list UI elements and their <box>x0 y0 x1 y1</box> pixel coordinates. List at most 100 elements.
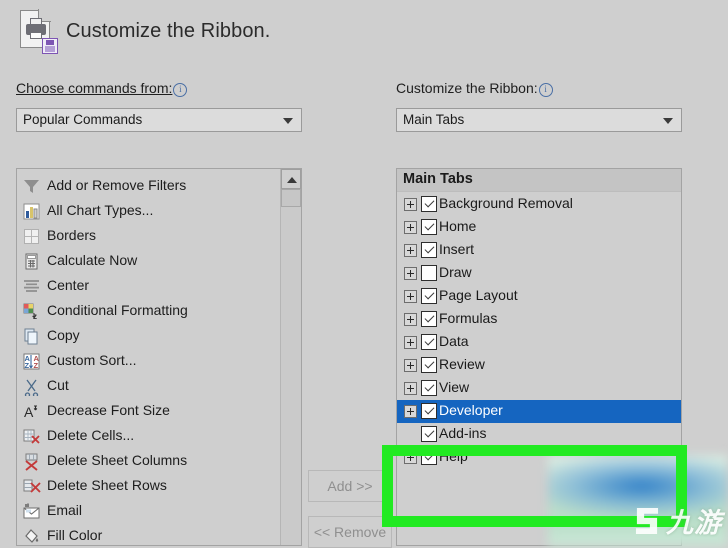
tab-checkbox[interactable] <box>421 196 437 212</box>
expand-plus-icon[interactable] <box>404 359 417 372</box>
tab-tree-item[interactable]: Add-ins <box>397 423 681 446</box>
command-list-item[interactable]: Delete Cells... <box>17 424 301 449</box>
watermark-text: 九游 <box>666 508 722 539</box>
tab-checkbox[interactable] <box>421 288 437 304</box>
command-label: Email <box>47 502 83 518</box>
command-list-item[interactable]: All Chart Types... <box>17 199 301 224</box>
tree-header-label: Main Tabs <box>403 171 473 187</box>
expand-plus-icon[interactable] <box>404 451 417 464</box>
expand-plus-icon[interactable] <box>404 267 417 280</box>
tab-tree-item[interactable]: Developer <box>397 400 681 423</box>
command-label: Center <box>47 277 90 293</box>
customize-ribbon-dropdown[interactable]: Main Tabs <box>396 108 682 132</box>
expand-plus-icon[interactable] <box>404 336 417 349</box>
tab-checkbox[interactable] <box>421 357 437 373</box>
align-center-icon <box>22 277 41 296</box>
tab-tree-item[interactable]: Formulas <box>397 308 681 331</box>
tab-tree-item[interactable]: View <box>397 377 681 400</box>
choose-commands-text: Choose commands from: <box>16 80 173 96</box>
tab-label: Data <box>439 333 469 349</box>
tab-tree-item[interactable]: Insert <box>397 239 681 262</box>
command-list-item[interactable]: Center <box>17 274 301 299</box>
choose-commands-label: Choose commands from: i <box>16 80 188 97</box>
chart-icon <box>22 202 41 221</box>
command-list-item[interactable]: Calculate Now <box>17 249 301 274</box>
command-label: Copy <box>47 327 80 343</box>
command-list-item[interactable]: Copy <box>17 324 301 349</box>
tab-label: Insert <box>439 241 475 257</box>
command-label: Delete Sheet Rows <box>47 477 167 493</box>
choose-commands-dropdown[interactable]: Popular Commands <box>16 108 302 132</box>
tab-tree-item[interactable]: Background Removal <box>397 193 681 216</box>
delete-cells-icon <box>22 427 41 446</box>
expand-plus-icon[interactable] <box>404 221 417 234</box>
customize-ribbon-dialog: Customize the Ribbon. Choose commands fr… <box>0 0 728 548</box>
fill-color-icon <box>22 527 41 545</box>
tab-checkbox[interactable] <box>421 265 437 281</box>
tab-checkbox[interactable] <box>421 219 437 235</box>
command-label: Custom Sort... <box>47 352 137 368</box>
command-list-item[interactable]: Borders <box>17 224 301 249</box>
delete-rows-icon <box>22 477 41 496</box>
expand-plus-icon[interactable] <box>404 244 417 257</box>
tab-tree-item[interactable]: Review <box>397 354 681 377</box>
chevron-down-icon[interactable] <box>663 118 673 124</box>
watermark: 九游 <box>633 501 722 540</box>
tab-label: Developer <box>439 402 503 418</box>
add-button[interactable]: Add >> <box>308 470 392 502</box>
tab-tree-item[interactable]: Home <box>397 216 681 239</box>
expand-plus-icon[interactable] <box>404 405 417 418</box>
expand-plus-icon[interactable] <box>404 313 417 326</box>
copy-icon <box>22 327 41 346</box>
tab-label: Help <box>439 448 468 464</box>
commands-list[interactable]: Add or Remove Filters All Chart Types... B… <box>16 168 302 546</box>
command-list-item[interactable]: Email <box>17 499 301 524</box>
command-list-item[interactable]: Fill Color <box>17 524 301 545</box>
delete-columns-icon <box>22 452 41 471</box>
tab-tree-item[interactable]: Draw <box>397 262 681 285</box>
command-label: Decrease Font Size <box>47 402 170 418</box>
command-label: Conditional Formatting <box>47 302 188 318</box>
chevron-down-icon[interactable] <box>283 118 293 124</box>
email-icon <box>22 502 41 521</box>
info-icon[interactable]: i <box>538 83 553 97</box>
choose-commands-value: Popular Commands <box>23 112 143 127</box>
command-list-item[interactable]: Add or Remove Filters <box>17 174 301 199</box>
tab-label: Home <box>439 218 477 234</box>
customize-ribbon-label: Customize the Ribbon: i <box>396 80 553 97</box>
command-list-item[interactable]: Cut <box>17 374 301 399</box>
expand-plus-icon[interactable] <box>404 290 417 303</box>
tab-checkbox[interactable] <box>421 449 437 465</box>
remove-button[interactable]: << Remove <box>308 516 392 548</box>
calculator-icon <box>22 252 41 271</box>
delete-rows-icon <box>22 477 41 496</box>
align-center-icon <box>22 277 41 296</box>
customize-ribbon-text: Customize the Ribbon: <box>396 80 538 96</box>
tab-label: View <box>439 379 470 395</box>
tab-label: Formulas <box>439 310 498 326</box>
scroll-up-button[interactable] <box>281 169 301 189</box>
tab-label: Background Removal <box>439 195 573 211</box>
commands-scrollbar[interactable] <box>280 169 301 545</box>
printer-save-icon <box>16 9 58 58</box>
tab-tree-item[interactable]: Page Layout <box>397 285 681 308</box>
tab-checkbox[interactable] <box>421 334 437 350</box>
command-list-item[interactable]: Delete Sheet Columns <box>17 449 301 474</box>
expand-plus-icon[interactable] <box>404 382 417 395</box>
command-list-item[interactable]: z Conditional Formatting <box>17 299 301 324</box>
info-icon[interactable]: i <box>173 83 188 97</box>
tab-checkbox[interactable] <box>421 242 437 258</box>
expand-plus-icon[interactable] <box>404 198 417 211</box>
command-list-item[interactable]: A Decrease Font Size <box>17 399 301 424</box>
tab-checkbox[interactable] <box>421 380 437 396</box>
command-list-item[interactable]: A Z A Z Custom Sort... <box>17 349 301 374</box>
custom-sort-icon: AZAZ <box>22 352 41 371</box>
tab-checkbox[interactable] <box>421 403 437 419</box>
tab-checkbox[interactable] <box>421 311 437 327</box>
delete-columns-icon <box>22 452 41 471</box>
scrollbar-thumb[interactable] <box>281 189 301 207</box>
command-list-item[interactable]: Delete Sheet Rows <box>17 474 301 499</box>
tab-checkbox[interactable] <box>421 426 437 442</box>
decrease-font-icon: A <box>22 402 41 421</box>
tab-tree-item[interactable]: Data <box>397 331 681 354</box>
